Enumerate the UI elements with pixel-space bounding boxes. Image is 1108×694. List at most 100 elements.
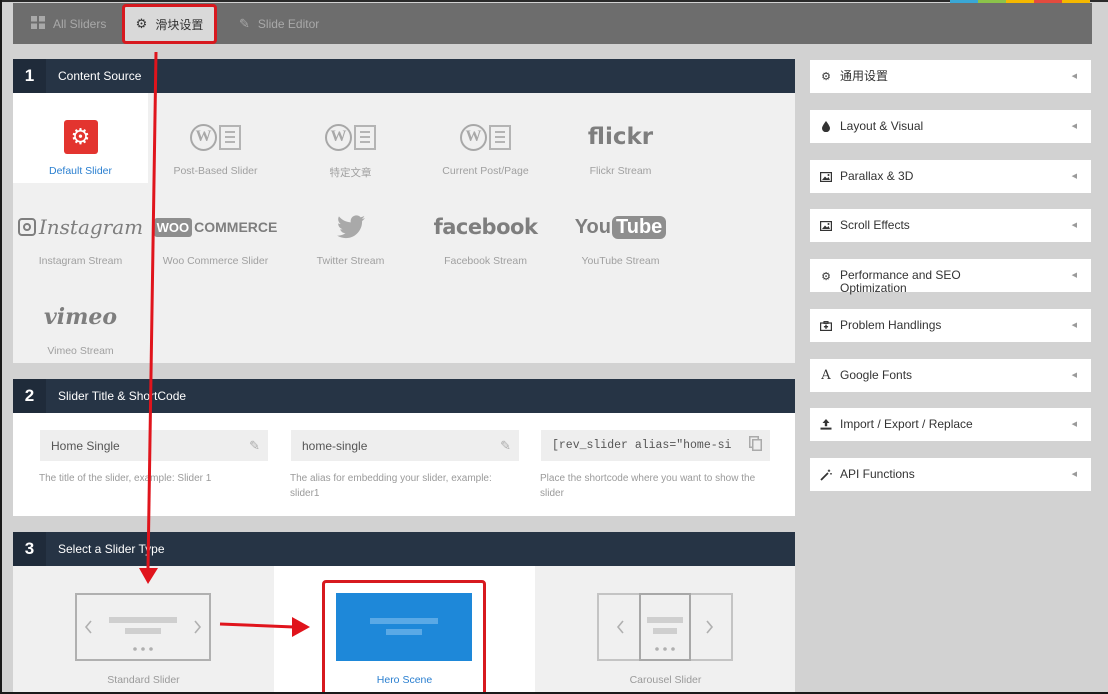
field-value: [rev_slider alias="home-si bbox=[552, 439, 732, 452]
source-twitter-stream[interactable]: Twitter Stream bbox=[283, 183, 418, 273]
source-youtube-stream[interactable]: You Tube YouTube Stream bbox=[553, 183, 688, 273]
caret-left-icon: ◀ bbox=[1071, 272, 1077, 279]
field-value: home-single bbox=[302, 438, 368, 453]
caret-left-icon: ◀ bbox=[1071, 173, 1077, 180]
medkit-icon bbox=[819, 320, 833, 331]
gears-icon: ⚙ bbox=[821, 71, 831, 83]
accordion-label: Performance and SEO Optimization bbox=[840, 268, 961, 295]
accordion-label: Import / Export / Replace bbox=[840, 417, 973, 431]
tab-label: 滑块设置 bbox=[155, 17, 204, 32]
source-facebook-stream[interactable]: facebook Facebook Stream bbox=[418, 183, 553, 273]
source-current-post-page[interactable]: W Current Post/Page bbox=[418, 93, 553, 183]
caret-left-icon: ◀ bbox=[1071, 471, 1077, 478]
section-title: Slider Title & ShortCode bbox=[58, 389, 187, 403]
shortcode-field[interactable]: [rev_slider alias="home-si bbox=[541, 430, 770, 461]
shortcode-hint: Place the shortcode where you want to sh… bbox=[540, 473, 756, 499]
source-vimeo-stream[interactable]: vimeo Vimeo Stream bbox=[13, 273, 148, 363]
content-source-panel: 1 Content Source ⚙ Default Slider W Post… bbox=[13, 59, 795, 363]
upload-icon bbox=[819, 419, 833, 430]
caret-left-icon: ◀ bbox=[1071, 222, 1077, 229]
source-label: 特定文章 bbox=[329, 167, 372, 179]
source-specific-posts[interactable]: W 特定文章 bbox=[283, 93, 418, 183]
accordion-google-fonts[interactable]: A Google Fonts ◀ bbox=[810, 359, 1091, 392]
magic-wand-icon bbox=[819, 469, 833, 481]
accordion-api-functions[interactable]: API Functions ◀ bbox=[810, 458, 1091, 491]
source-instagram-stream[interactable]: Instagram Instagram Stream bbox=[13, 183, 148, 273]
vimeo-logo-icon: vimeo bbox=[43, 304, 118, 330]
accordion-label: Scroll Effects bbox=[840, 218, 910, 232]
gears-icon: ⚙ bbox=[821, 271, 831, 283]
twitter-bird-icon bbox=[336, 215, 365, 239]
tab-label: Slide Editor bbox=[257, 16, 320, 31]
panel-header: 3 Select a Slider Type bbox=[13, 532, 795, 566]
gear-icon: ⚙ bbox=[63, 120, 98, 154]
accordion-label: 通用设置 bbox=[840, 69, 889, 83]
source-default-slider[interactable]: ⚙ Default Slider bbox=[13, 93, 148, 183]
source-label: Facebook Stream bbox=[444, 255, 527, 267]
accordion-label: Google Fonts bbox=[840, 368, 913, 382]
type-carousel-slider[interactable]: Carousel Slider bbox=[535, 566, 796, 693]
window-left-border bbox=[0, 0, 2, 694]
wordpress-icon: W bbox=[190, 123, 241, 151]
accordion-label: Problem Handlings bbox=[840, 318, 942, 332]
hero-scene-highlight bbox=[322, 580, 486, 694]
source-post-based-slider[interactable]: W Post-Based Slider bbox=[148, 93, 283, 183]
pencil-icon: ✎ bbox=[500, 437, 511, 453]
title-fields: Home Single ✎ The title of the slider, e… bbox=[13, 413, 795, 516]
accordion-parallax-3d[interactable]: Parallax & 3D ◀ bbox=[810, 160, 1091, 193]
source-flickr-stream[interactable]: flickr Flickr Stream bbox=[553, 93, 688, 183]
source-woocommerce-slider[interactable]: WOO COMMERCE Woo Commerce Slider bbox=[148, 183, 283, 273]
instagram-logo-icon: Instagram bbox=[38, 215, 144, 239]
carousel-slider-icon bbox=[597, 593, 733, 661]
tab-label: All Sliders bbox=[53, 16, 107, 31]
source-label: YouTube Stream bbox=[581, 255, 660, 267]
image-icon bbox=[819, 171, 833, 182]
slider-title-input[interactable]: Home Single ✎ bbox=[40, 430, 268, 461]
section-number: 3 bbox=[13, 532, 46, 566]
section-title: Content Source bbox=[58, 69, 142, 83]
drop-icon bbox=[819, 121, 833, 132]
image-icon bbox=[819, 220, 833, 231]
slider-title-hint: The title of the slider, example: Slider… bbox=[39, 473, 212, 484]
accordion-label: Parallax & 3D bbox=[840, 169, 914, 183]
source-label: Default Slider bbox=[48, 165, 113, 177]
facebook-logo-icon: facebook bbox=[433, 215, 538, 239]
tab-slider-settings[interactable]: ⚙ 滑块设置 bbox=[122, 4, 217, 44]
pencil-icon: ✎ bbox=[239, 15, 250, 31]
section-number: 2 bbox=[13, 379, 46, 413]
caret-left-icon: ◀ bbox=[1071, 73, 1077, 80]
pencil-icon: ✎ bbox=[249, 437, 260, 453]
copy-icon[interactable] bbox=[749, 436, 762, 455]
tab-slide-editor[interactable]: ✎ Slide Editor bbox=[239, 3, 319, 44]
accordion-layout-visual[interactable]: Layout & Visual ◀ bbox=[810, 110, 1091, 143]
slider-alias-input[interactable]: home-single ✎ bbox=[291, 430, 519, 461]
type-standard-slider[interactable]: Standard Slider bbox=[13, 566, 274, 693]
accordion-import-export-replace[interactable]: Import / Export / Replace ◀ bbox=[810, 408, 1091, 441]
type-label: Carousel Slider bbox=[629, 674, 702, 686]
source-label: Post-Based Slider bbox=[173, 165, 258, 177]
section-number: 1 bbox=[13, 59, 46, 93]
wordpress-icon: W bbox=[460, 123, 511, 151]
source-label: Flickr Stream bbox=[589, 165, 652, 177]
section-title: Select a Slider Type bbox=[58, 542, 165, 556]
source-grid: ⚙ Default Slider W Post-Based Slider W 特… bbox=[13, 93, 795, 363]
accordion-label: API Functions bbox=[840, 467, 915, 481]
source-label: Current Post/Page bbox=[442, 165, 529, 177]
accordion-scroll-effects[interactable]: Scroll Effects ◀ bbox=[810, 209, 1091, 242]
title-shortcode-panel: 2 Slider Title & ShortCode Home Single ✎… bbox=[13, 379, 795, 516]
accordion-general-settings[interactable]: ⚙ 通用设置 ◀ bbox=[810, 60, 1091, 93]
grid-icon bbox=[31, 15, 45, 32]
accordion-performance-seo[interactable]: ⚙ Performance and SEO Optimization ◀ bbox=[810, 259, 1091, 295]
source-label: Vimeo Stream bbox=[47, 345, 114, 357]
caret-left-icon: ◀ bbox=[1071, 322, 1077, 329]
caret-left-icon: ◀ bbox=[1071, 372, 1077, 379]
slider-alias-hint: The alias for embedding your slider, exa… bbox=[290, 473, 492, 499]
source-label: Twitter Stream bbox=[316, 255, 385, 267]
tab-all-sliders[interactable]: All Sliders bbox=[31, 3, 106, 44]
top-tab-bar: All Sliders ⚙ 滑块设置 ✎ Slide Editor bbox=[13, 3, 1092, 44]
accordion-problem-handlings[interactable]: Problem Handlings ◀ bbox=[810, 309, 1091, 342]
field-value: Home Single bbox=[51, 438, 120, 453]
standard-slider-icon bbox=[75, 593, 211, 661]
window-top-border bbox=[0, 0, 1108, 2]
instagram-camera-icon bbox=[17, 218, 36, 236]
